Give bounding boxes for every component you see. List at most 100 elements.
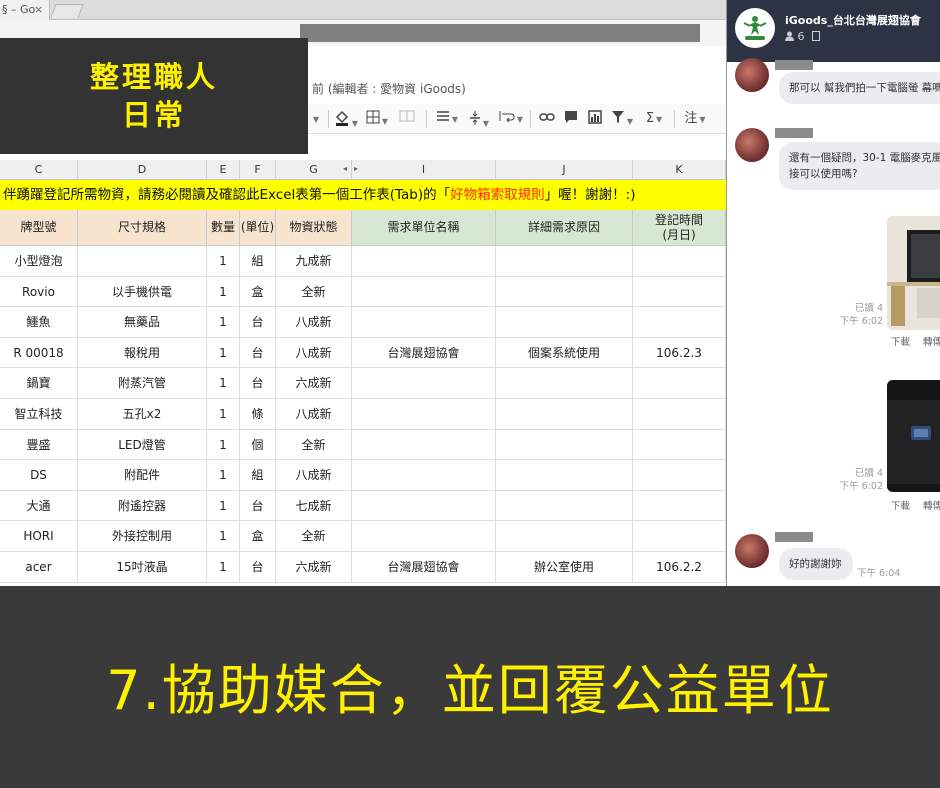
- cell-unit[interactable]: 組: [240, 460, 276, 491]
- column-header-d[interactable]: D: [78, 160, 207, 180]
- notes-icon[interactable]: [812, 31, 820, 41]
- cell-qty[interactable]: 1: [207, 460, 240, 491]
- cell-unit[interactable]: 台: [240, 307, 276, 338]
- cell-unit[interactable]: 盒: [240, 521, 276, 552]
- cell-org[interactable]: [352, 246, 496, 277]
- cell-unit[interactable]: 台: [240, 490, 276, 522]
- cell-qty[interactable]: 1: [207, 429, 240, 461]
- cell-org[interactable]: [352, 276, 496, 308]
- cell-unit[interactable]: 條: [240, 399, 276, 430]
- cell-spec[interactable]: 附遙控器: [78, 490, 207, 522]
- sender-avatar[interactable]: [735, 534, 769, 568]
- cell-spec[interactable]: 附配件: [78, 460, 207, 491]
- cell-reason[interactable]: [496, 276, 633, 308]
- cell-brand[interactable]: R 00018: [0, 337, 78, 369]
- cell-reason[interactable]: [496, 521, 633, 552]
- column-header-j[interactable]: J: [496, 160, 633, 180]
- column-header-g[interactable]: G: [276, 160, 352, 180]
- functions-icon[interactable]: Σ ▼: [640, 110, 668, 128]
- cell-date[interactable]: [633, 246, 726, 277]
- cell-spec[interactable]: 以手機供電: [78, 276, 207, 308]
- text-wrap-icon[interactable]: ▼: [496, 110, 526, 128]
- cell-condition[interactable]: 全新: [276, 521, 352, 552]
- cell-brand[interactable]: 智立科技: [0, 399, 78, 430]
- cell-spec[interactable]: 15吋液晶: [78, 552, 207, 583]
- header-unit[interactable]: (單位): [240, 210, 276, 246]
- cell-qty[interactable]: 1: [207, 368, 240, 399]
- cell-condition[interactable]: 六成新: [276, 552, 352, 583]
- cell-org[interactable]: [352, 368, 496, 399]
- cell-brand[interactable]: 豐盛: [0, 429, 78, 461]
- horizontal-align-icon[interactable]: ▼: [432, 110, 462, 128]
- cell-spec[interactable]: 報稅用: [78, 337, 207, 369]
- cell-date[interactable]: [633, 521, 726, 552]
- chat-message[interactable]: 好的謝謝妳: [779, 548, 853, 580]
- sender-avatar[interactable]: [735, 128, 769, 162]
- cell-condition[interactable]: 八成新: [276, 460, 352, 491]
- cell-condition[interactable]: 八成新: [276, 337, 352, 369]
- header-org[interactable]: 需求單位名稱: [352, 210, 496, 246]
- cell-org[interactable]: [352, 490, 496, 522]
- cell-spec[interactable]: 無藥品: [78, 307, 207, 338]
- cell-spec[interactable]: LED燈管: [78, 429, 207, 461]
- group-logo[interactable]: [735, 8, 775, 48]
- column-header-k[interactable]: K: [633, 160, 726, 180]
- header-brand[interactable]: 牌型號: [0, 210, 78, 246]
- dropdown-caret-icon[interactable]: ▼: [306, 110, 324, 128]
- cell-org[interactable]: [352, 429, 496, 461]
- cell-unit[interactable]: 台: [240, 368, 276, 399]
- insert-chart-icon[interactable]: [584, 110, 606, 128]
- cell-condition[interactable]: 八成新: [276, 307, 352, 338]
- cell-condition[interactable]: 六成新: [276, 368, 352, 399]
- cell-brand[interactable]: 鱷魚: [0, 307, 78, 338]
- header-date[interactable]: 登記時間 (月日): [633, 210, 726, 246]
- column-header-c[interactable]: C: [0, 160, 78, 180]
- cell-reason[interactable]: [496, 307, 633, 338]
- header-reason[interactable]: 詳細需求原因: [496, 210, 633, 246]
- cell-condition[interactable]: 八成新: [276, 399, 352, 430]
- cell-reason[interactable]: [496, 490, 633, 522]
- cell-org[interactable]: [352, 521, 496, 552]
- cell-reason[interactable]: 個案系統使用: [496, 337, 633, 369]
- download-link[interactable]: 下載: [891, 498, 910, 512]
- cell-brand[interactable]: 小型燈泡: [0, 246, 78, 277]
- insert-link-icon[interactable]: [536, 110, 558, 128]
- cell-brand[interactable]: 大通: [0, 490, 78, 522]
- header-condition[interactable]: 物資狀態: [276, 210, 352, 246]
- chat-message[interactable]: 還有一個疑問，30-1 電腦麥克風 接可以使用嗎?: [779, 142, 940, 190]
- cell-condition[interactable]: 全新: [276, 429, 352, 461]
- cell-unit[interactable]: 個: [240, 429, 276, 461]
- fill-color-icon[interactable]: ▼: [332, 110, 360, 128]
- cell-brand[interactable]: DS: [0, 460, 78, 491]
- header-qty[interactable]: 數量: [207, 210, 240, 246]
- cell-spec[interactable]: 外接控制用: [78, 521, 207, 552]
- cell-qty[interactable]: 1: [207, 307, 240, 338]
- cell-date[interactable]: [633, 460, 726, 491]
- cell-org[interactable]: 台灣展翅協會: [352, 552, 496, 583]
- input-tools-button[interactable]: 注 ▼: [680, 110, 710, 128]
- cell-qty[interactable]: 1: [207, 337, 240, 369]
- cell-date[interactable]: [633, 276, 726, 308]
- chat-message[interactable]: 那可以 幫我們拍一下電腦螢 幕嗎: [779, 72, 940, 104]
- cell-org[interactable]: [352, 460, 496, 491]
- photo-attachment[interactable]: [887, 380, 940, 492]
- close-tab-icon[interactable]: ×: [34, 0, 43, 20]
- hidden-column-left-arrow-icon[interactable]: ◂: [343, 164, 347, 173]
- forward-link[interactable]: 轉傳: [923, 498, 940, 512]
- cell-qty[interactable]: 1: [207, 246, 240, 277]
- download-link[interactable]: 下載: [891, 334, 910, 348]
- cell-condition[interactable]: 九成新: [276, 246, 352, 277]
- address-bar[interactable]: [300, 24, 700, 42]
- cell-qty[interactable]: 1: [207, 521, 240, 552]
- hidden-column-right-arrow-icon[interactable]: ▸: [354, 164, 358, 173]
- cell-date[interactable]: [633, 399, 726, 430]
- cell-date[interactable]: [633, 490, 726, 522]
- column-header-i[interactable]: I: [352, 160, 496, 180]
- merge-cells-icon[interactable]: [394, 110, 420, 128]
- insert-comment-icon[interactable]: [560, 110, 582, 128]
- cell-date[interactable]: [633, 368, 726, 399]
- cell-qty[interactable]: 1: [207, 490, 240, 522]
- header-spec[interactable]: 尺寸規格: [78, 210, 207, 246]
- cell-unit[interactable]: 組: [240, 246, 276, 277]
- cell-unit[interactable]: 台: [240, 337, 276, 369]
